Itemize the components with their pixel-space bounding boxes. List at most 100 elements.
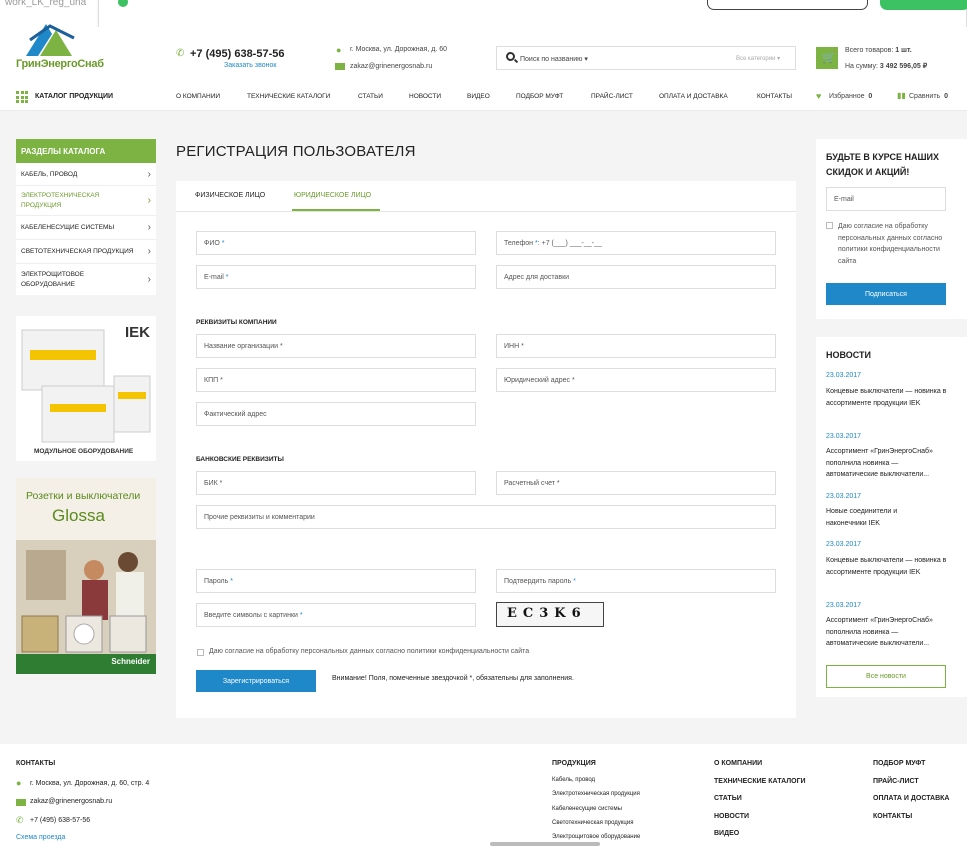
sidebar-item-cable-systems[interactable]: КАБЕЛЕНЕСУЩИЕ СИСТЕМЫ ›	[16, 216, 156, 240]
cart-icon[interactable]: 🛒	[822, 51, 836, 64]
required-mark: *	[571, 377, 575, 384]
subscribe-email-input[interactable]: E-mail	[826, 187, 946, 211]
banner-iek[interactable]: IEK МОДУЛЬНОЕ ОБОРУДОВАНИЕ	[16, 316, 156, 461]
news-text[interactable]: Новые соединители и наконечники IEK	[826, 506, 906, 529]
logo-text[interactable]: ГринЭнергоСнаб	[16, 58, 104, 70]
register-button[interactable]: Зарегистрироваться	[196, 670, 316, 692]
tab-individual[interactable]: ФИЗИЧЕСКОЕ ЛИЦО	[195, 192, 265, 199]
subscribe-agree-checkbox[interactable]	[826, 222, 833, 229]
sidebar-item-lighting[interactable]: СВЕТОТЕХНИЧЕСКАЯ ПРОДУКЦИЯ ›	[16, 240, 156, 264]
news-text[interactable]: Концевые выключатели — новинка в ассорти…	[826, 555, 950, 578]
news-date[interactable]: 23.03.2017	[826, 372, 861, 379]
news-title: НОВОСТИ	[826, 350, 872, 360]
footer-link-payment[interactable]: ОПЛАТА И ДОСТАВКА	[873, 795, 950, 802]
banner-line2: Glossa	[52, 506, 105, 525]
news-text[interactable]: Концевые выключатели — новинка в ассорти…	[826, 386, 950, 409]
callback-link[interactable]: Заказать звонок	[224, 62, 276, 69]
required-mark: *	[225, 274, 229, 281]
search-category-select[interactable]: Все категории ▾	[736, 55, 780, 62]
agree-checkbox[interactable]	[197, 649, 204, 656]
news-date[interactable]: 23.03.2017	[826, 602, 861, 609]
all-news-button[interactable]: Все новости	[826, 665, 946, 688]
compare-link[interactable]: Сравнить 0	[909, 93, 948, 100]
footer-link-contacts[interactable]: КОНТАКТЫ	[873, 813, 912, 820]
header-email[interactable]: zakaz@grinenergosnab.ru	[350, 63, 432, 70]
footer-link-articles[interactable]: СТАТЬИ	[714, 795, 742, 802]
news-date[interactable]: 23.03.2017	[826, 493, 861, 500]
sidebar-item-switchgear[interactable]: ЭЛЕКТРОЩИТОВОЕ ОБОРУДОВАНИЕ ›	[16, 264, 156, 295]
fio-input[interactable]: ФИО *	[196, 231, 476, 255]
browser-tab-label[interactable]: work_LK_reg_una	[5, 0, 86, 8]
news-text[interactable]: Ассортимент «ГринЭнергоСнаб» пополнила н…	[826, 446, 950, 480]
account-input[interactable]: Расчетный счет *	[496, 471, 776, 495]
required-mark: *	[220, 377, 223, 384]
popup-green-button[interactable]	[880, 0, 967, 10]
map-link[interactable]: Схема проезда	[16, 834, 65, 841]
search-icon[interactable]	[506, 52, 515, 61]
phone-input[interactable]: Телефон *: +7 (___) ___-__-__	[496, 231, 776, 255]
nav-item-couplings[interactable]: ПОДБОР МУФТ	[516, 93, 563, 100]
delivery-address-input[interactable]: Адрес для доставки	[496, 265, 776, 289]
password-placeholder: Пароль	[204, 578, 229, 585]
footer-email[interactable]: zakaz@grinenergosnab.ru	[30, 798, 112, 805]
bik-input[interactable]: БИК *	[196, 471, 476, 495]
sidebar-item-electro[interactable]: ЭЛЕКТРОТЕХНИЧЕСКАЯ ПРОДУКЦИЯ ›	[16, 186, 156, 216]
footer-phone[interactable]: +7 (495) 638-57-56	[30, 817, 90, 824]
nav-item-pricelist[interactable]: ПРАЙС-ЛИСТ	[591, 93, 633, 100]
footer-link-video[interactable]: ВИДЕО	[714, 830, 739, 837]
nav-item-tech-catalogs[interactable]: ТЕХНИЧЕСКИЕ КАТАЛОГИ	[247, 93, 330, 100]
nav-item-articles[interactable]: СТАТЬИ	[358, 93, 383, 100]
tab-legal-entity[interactable]: ЮРИДИЧЕСКОЕ ЛИЦО	[294, 192, 371, 199]
news-date[interactable]: 23.03.2017	[826, 433, 861, 440]
nav-item-video[interactable]: ВИДЕО	[467, 93, 490, 100]
footer-link-couplings[interactable]: ПОДБОР МУФТ	[873, 760, 925, 767]
popup-outline-button[interactable]	[707, 0, 868, 10]
legal-address-input[interactable]: Юридический адрес *	[496, 368, 776, 392]
compare-icon[interactable]: ▮▮	[897, 91, 906, 100]
footer-link-news[interactable]: НОВОСТИ	[714, 813, 749, 820]
org-name-input[interactable]: Название организации *	[196, 334, 476, 358]
phone-icon: ✆	[16, 815, 24, 825]
catalog-menu-button[interactable]: КАТАЛОГ ПРОДУКЦИИ	[35, 93, 113, 100]
subscribe-button[interactable]: Подписаться	[826, 283, 946, 305]
news-date[interactable]: 23.03.2017	[826, 541, 861, 548]
footer-product-link[interactable]: Кабель, провод	[552, 777, 595, 783]
footer-link-pricelist[interactable]: ПРАЙС-ЛИСТ	[873, 778, 919, 785]
footer-product-link[interactable]: Кабеленесущие системы	[552, 806, 622, 812]
header-phone[interactable]: +7 (495) 638-57-56	[190, 48, 284, 60]
banner-glossa[interactable]: Розетки и выключатели Glossa Schneider	[16, 478, 156, 674]
horizontal-scrollbar[interactable]	[490, 842, 600, 846]
captcha-input[interactable]: Введите символы с картинки *	[196, 603, 476, 627]
email-input[interactable]: E-mail *	[196, 265, 476, 289]
nav-item-news[interactable]: НОВОСТИ	[409, 93, 441, 100]
banner-line1: Розетки и выключатели	[26, 490, 141, 502]
other-details-placeholder: Прочие реквизиты и комментарии	[204, 514, 315, 521]
nav-item-payment[interactable]: ОПЛАТА И ДОСТАВКА	[659, 93, 728, 100]
legal-address-placeholder: Юридический адрес	[504, 377, 571, 384]
chevron-right-icon: ›	[147, 246, 151, 257]
chevron-right-icon: ›	[147, 168, 151, 180]
favorites-link[interactable]: Избранное 0	[829, 93, 872, 100]
footer-link-catalogs[interactable]: ТЕХНИЧЕСКИЕ КАТАЛОГИ	[714, 778, 806, 785]
heart-icon[interactable]: ♥	[816, 91, 821, 101]
nav-item-about[interactable]: О КОМПАНИИ	[176, 93, 220, 100]
other-details-input[interactable]: Прочие реквизиты и комментарии	[196, 505, 776, 529]
nav-item-contacts[interactable]: КОНТАКТЫ	[757, 93, 792, 100]
cart-sum: На сумму: 3 492 596,05 ₽	[845, 63, 928, 70]
password-confirm-input[interactable]: Подтвердить пароль *	[496, 569, 776, 593]
footer-link-about[interactable]: О КОМПАНИИ	[714, 760, 762, 767]
password-input[interactable]: Пароль *	[196, 569, 476, 593]
required-mark: *	[279, 343, 283, 350]
search-input[interactable]: Поиск по названию ▾	[520, 55, 588, 63]
kpp-input[interactable]: КПП *	[196, 368, 476, 392]
sidebar-item-cable[interactable]: КАБЕЛЬ, ПРОВОД ›	[16, 163, 156, 186]
footer-product-link[interactable]: Электротехническая продукция	[552, 791, 640, 797]
news-text[interactable]: Ассортимент «ГринЭнергоСнаб» пополнила н…	[826, 615, 950, 649]
tab-divider	[176, 211, 796, 212]
catalog-grid-icon[interactable]	[16, 91, 28, 103]
logo-icon[interactable]	[16, 20, 86, 58]
inn-input[interactable]: ИНН *	[496, 334, 776, 358]
footer-product-link[interactable]: Электрощитовое оборудование	[552, 834, 640, 840]
actual-address-input[interactable]: Фактический адрес	[196, 402, 476, 426]
footer-product-link[interactable]: Светотехническая продукция	[552, 820, 633, 826]
